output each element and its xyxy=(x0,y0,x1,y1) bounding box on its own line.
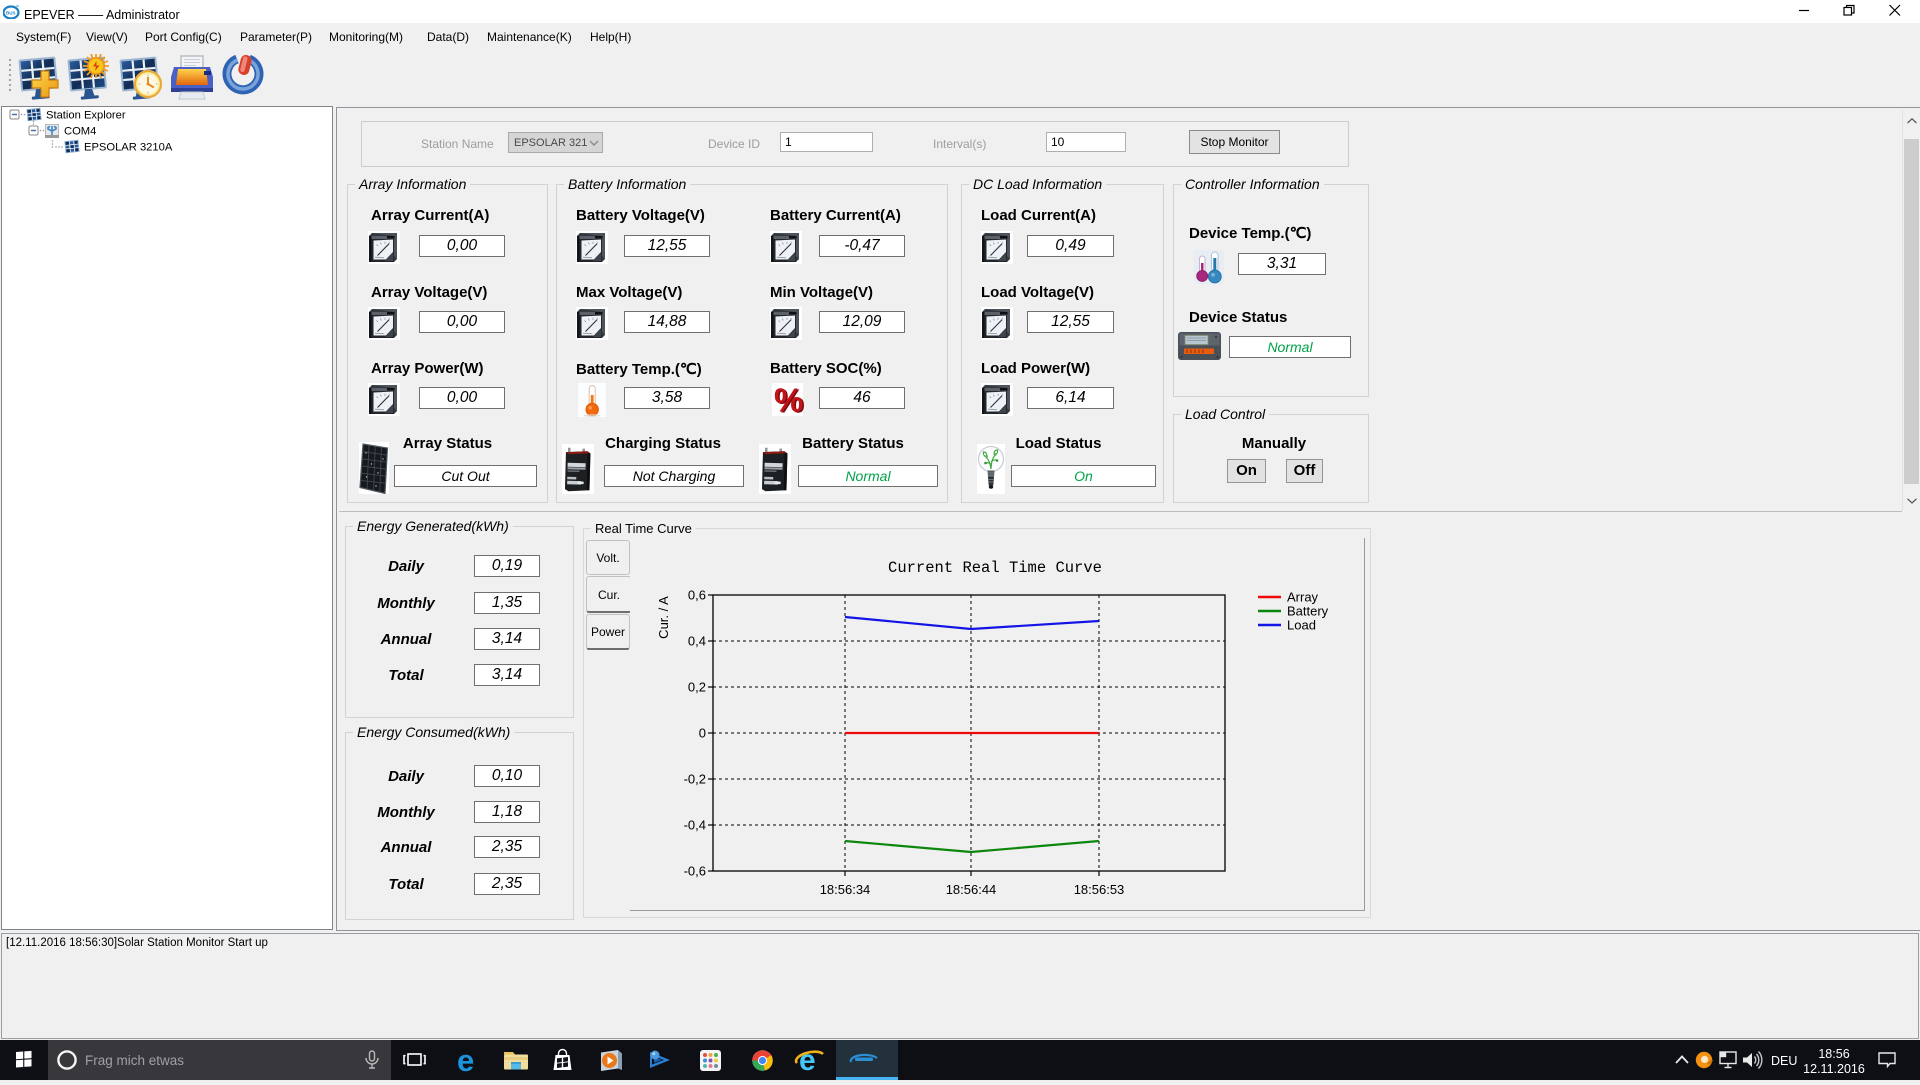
svg-text:0,4: 0,4 xyxy=(688,634,706,649)
svg-text:BUS: BUS xyxy=(6,10,16,15)
svg-text:12.11.2016: 12.11.2016 xyxy=(1803,1062,1865,1076)
svg-text:-0,6: -0,6 xyxy=(684,864,706,879)
svg-text:0,2: 0,2 xyxy=(688,680,706,695)
svg-text:Station Explorer: Station Explorer xyxy=(46,110,126,122)
svg-text:EPSOLAR 3210A: EPSOLAR 3210A xyxy=(84,142,173,154)
svg-text:DEU: DEU xyxy=(1771,1054,1797,1068)
svg-text:0: 0 xyxy=(699,726,706,741)
svg-text:18:56:34: 18:56:34 xyxy=(820,882,871,897)
svg-text:18:56:44: 18:56:44 xyxy=(946,882,997,897)
svg-text:Cur. / A: Cur. / A xyxy=(656,596,671,639)
svg-text:18:56:53: 18:56:53 xyxy=(1074,882,1125,897)
svg-text:COM4: COM4 xyxy=(64,126,96,138)
svg-text:-0,2: -0,2 xyxy=(684,772,706,787)
svg-text:0,6: 0,6 xyxy=(688,588,706,603)
svg-text:Load: Load xyxy=(1287,618,1316,633)
svg-text:18:56: 18:56 xyxy=(1818,1047,1849,1061)
svg-text:Frag mich etwas: Frag mich etwas xyxy=(85,1053,184,1068)
svg-text:Battery: Battery xyxy=(1287,604,1329,619)
svg-text:-0,4: -0,4 xyxy=(684,818,706,833)
svg-text:e: e xyxy=(799,1044,816,1077)
svg-text:Current Real Time Curve: Current Real Time Curve xyxy=(888,559,1102,577)
svg-text:Array: Array xyxy=(1287,590,1319,605)
svg-text:e: e xyxy=(457,1043,474,1078)
